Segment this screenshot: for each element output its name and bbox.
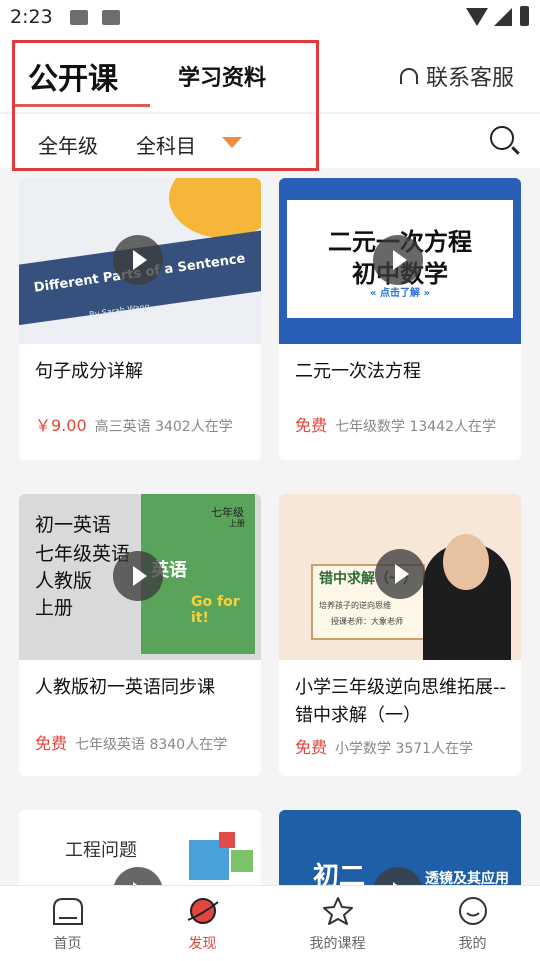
course-price: ￥9.00 bbox=[35, 416, 87, 435]
course-meta: 免费 七年级英语 8340人在学 bbox=[35, 730, 247, 754]
textbook-slogan: Go for it! bbox=[191, 594, 240, 626]
contact-service-button[interactable]: 联系客服 bbox=[400, 60, 514, 92]
nav-discover[interactable]: 发现 bbox=[135, 886, 270, 961]
battery-icon bbox=[520, 6, 529, 26]
top-header: 公开课 学习资料 联系客服 bbox=[0, 36, 540, 112]
course-grid: Different Parts of a Sentence By Sarah W… bbox=[0, 167, 540, 885]
course-price: 免费 bbox=[295, 416, 328, 435]
headset-icon bbox=[400, 68, 418, 84]
course-title: 二元一次法方程 bbox=[295, 361, 421, 382]
nav-label: 发现 bbox=[188, 936, 217, 952]
play-icon[interactable] bbox=[375, 549, 425, 599]
home-icon bbox=[52, 898, 83, 925]
play-icon[interactable] bbox=[373, 867, 423, 885]
course-title: 句子成分详解 bbox=[35, 361, 143, 382]
course-card[interactable]: 初二 透镜及其应用 bbox=[279, 810, 521, 885]
course-thumbnail: 错中求解（一） 培养孩子的逆向思维 授课老师：大象老师 bbox=[279, 494, 521, 660]
play-icon[interactable] bbox=[113, 867, 163, 885]
course-price: 免费 bbox=[35, 734, 68, 753]
course-thumbnail: 二元一次方程 初中数学 « 点击了解 » bbox=[279, 178, 521, 344]
status-bar: 2:23 bbox=[0, 0, 540, 36]
course-card[interactable]: 二元一次方程 初中数学 « 点击了解 » 二元一次法方程 免费七年级数学 134… bbox=[279, 178, 521, 460]
star-icon bbox=[322, 897, 353, 925]
thumbnail-caption: 授课老师：大象老师 bbox=[331, 617, 403, 626]
thumbnail-subtitle: 透镜及其应用 bbox=[425, 871, 509, 885]
teacher-face bbox=[443, 534, 489, 590]
image-notification-icon bbox=[70, 10, 88, 25]
course-info: 七年级英语 8340人在学 bbox=[75, 737, 228, 753]
thumbnail-line: 初一英语 bbox=[35, 514, 112, 536]
nav-mine[interactable]: 我的 bbox=[405, 886, 540, 961]
dropdown-caret-icon[interactable] bbox=[222, 137, 242, 148]
thumbnail-title: 初二 bbox=[313, 862, 366, 885]
thumbnail-title: 工程问题 bbox=[65, 840, 137, 861]
course-thumbnail: 初一英语 七年级英语 人教版 上册 英语 七年级 上册 Go for it! bbox=[19, 494, 261, 660]
decor-block bbox=[231, 850, 253, 872]
nav-label: 我的 bbox=[458, 936, 487, 952]
course-thumbnail: 初二 透镜及其应用 bbox=[279, 810, 521, 885]
planet-icon bbox=[187, 898, 219, 924]
course-card[interactable]: 错中求解（一） 培养孩子的逆向思维 授课老师：大象老师 小学三年级逆向思维拓展-… bbox=[279, 494, 521, 776]
status-time: 2:23 bbox=[10, 6, 53, 28]
subject-filter[interactable]: 全科目 bbox=[136, 130, 196, 159]
course-info: 小学数学 3571人在学 bbox=[335, 741, 474, 757]
nav-home[interactable]: 首页 bbox=[0, 886, 135, 961]
course-meta: 免费 七年级数学 13442人在学 bbox=[295, 412, 507, 436]
play-icon[interactable] bbox=[373, 235, 423, 285]
thumbnail-subtitle: 培养孩子的逆向思维 bbox=[319, 601, 391, 610]
course-title: 人教版初一英语同步课 bbox=[35, 677, 215, 698]
filter-bar: 全年级 全科目 bbox=[0, 113, 540, 168]
nav-label: 我的课程 bbox=[309, 936, 366, 952]
contact-service-label: 联系客服 bbox=[426, 66, 515, 91]
wifi-icon bbox=[466, 8, 488, 26]
active-tab-indicator bbox=[12, 104, 150, 107]
text-notification-icon bbox=[102, 10, 120, 25]
course-title: 小学三年级逆向思维拓展--错中求解（一） bbox=[295, 677, 506, 726]
signal-icon bbox=[494, 8, 512, 26]
nav-label: 首页 bbox=[53, 936, 82, 952]
textbook-volume: 上册 bbox=[229, 519, 245, 528]
course-card[interactable]: Different Parts of a Sentence By Sarah W… bbox=[19, 178, 261, 460]
thumbnail-line: 上册 bbox=[35, 597, 74, 619]
course-meta: 免费 小学数学 3571人在学 bbox=[295, 734, 507, 758]
decor-block bbox=[219, 832, 235, 848]
course-card[interactable]: 初一英语 七年级英语 人教版 上册 英语 七年级 上册 Go for it! 人… bbox=[19, 494, 261, 776]
course-card[interactable]: 工程问题 bbox=[19, 810, 261, 885]
course-meta: ￥9.00 高三英语 3402人在学 bbox=[35, 412, 247, 436]
bottom-nav: 首页 发现 我的课程 我的 bbox=[0, 885, 540, 961]
grade-filter[interactable]: 全年级 bbox=[38, 130, 98, 159]
search-icon[interactable] bbox=[490, 126, 514, 150]
nav-my-courses[interactable]: 我的课程 bbox=[270, 886, 405, 961]
course-info: 七年级数学 13442人在学 bbox=[335, 419, 497, 435]
thumbnail-caption: « 点击了解 » bbox=[370, 288, 430, 299]
tab-study-material[interactable]: 学习资料 bbox=[178, 60, 266, 92]
play-icon[interactable] bbox=[113, 235, 163, 285]
thumbnail-line: 人教版 bbox=[35, 570, 93, 592]
course-price: 免费 bbox=[295, 738, 328, 757]
course-thumbnail: 工程问题 bbox=[19, 810, 261, 885]
smiley-face-icon bbox=[458, 897, 487, 925]
decor-shape bbox=[169, 178, 261, 238]
tab-open-course[interactable]: 公开课 bbox=[28, 54, 118, 98]
course-thumbnail: Different Parts of a Sentence By Sarah W… bbox=[19, 178, 261, 344]
course-info: 高三英语 3402人在学 bbox=[94, 419, 233, 435]
play-icon[interactable] bbox=[113, 551, 163, 601]
